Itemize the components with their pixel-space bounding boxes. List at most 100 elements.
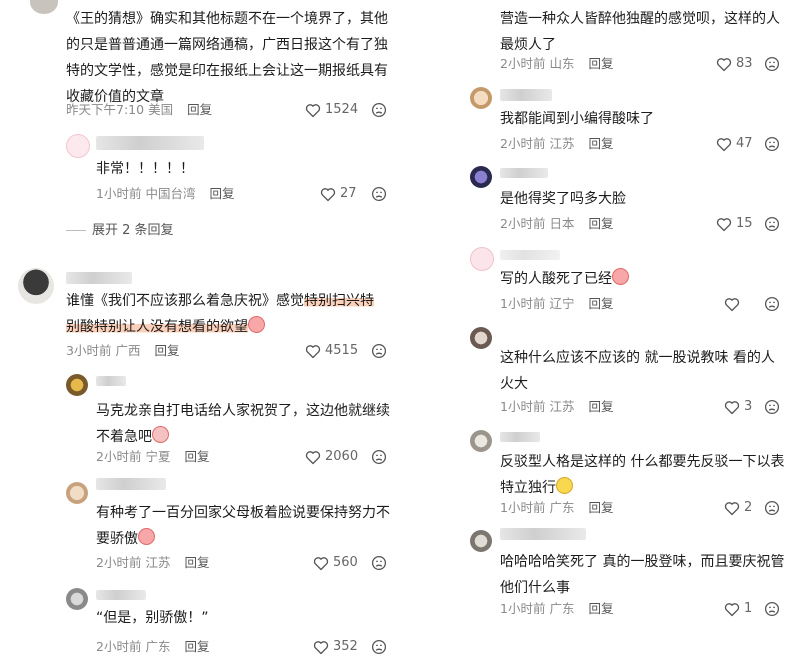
dislike-face-icon	[764, 56, 780, 72]
like-button[interactable]: 2060	[305, 447, 358, 467]
left-comment-column: 《王的猜想》确实和其他标题不在一个境界了，其他的只是普普通通一篇网络通稿，广西日…	[0, 0, 400, 665]
dislike-button[interactable]	[764, 54, 780, 74]
emoji-icon	[248, 316, 265, 333]
comment-text: “但是，别骄傲！”	[96, 610, 209, 626]
reply-button[interactable]: 回复	[588, 399, 613, 414]
comment-time: 1小时前	[96, 186, 142, 201]
comment-time: 2小时前	[500, 136, 546, 151]
comment-text: 写的人酸死了已经	[500, 266, 785, 292]
username[interactable]	[500, 432, 540, 442]
reply-button[interactable]: 回复	[588, 601, 613, 616]
reply-button[interactable]: 回复	[209, 186, 234, 201]
like-button[interactable]: 560	[313, 553, 358, 573]
dislike-button[interactable]	[764, 214, 780, 234]
like-button[interactable]	[724, 294, 744, 314]
like-button[interactable]: 47	[716, 134, 753, 154]
avatar[interactable]	[30, 0, 58, 14]
comment-text-part: 写的人酸死了已经	[500, 271, 612, 287]
username[interactable]	[500, 528, 586, 540]
like-count: 1524	[325, 102, 359, 117]
username[interactable]	[96, 478, 166, 490]
like-count: 3	[744, 399, 753, 414]
avatar[interactable]	[66, 134, 90, 158]
comment-meta: 昨天下午7:10 美国 回复	[66, 100, 212, 120]
dislike-button[interactable]	[764, 134, 780, 154]
avatar[interactable]	[18, 268, 54, 304]
heart-icon	[716, 57, 732, 71]
reply-button[interactable]: 回复	[588, 136, 613, 151]
avatar[interactable]	[66, 588, 88, 610]
reply-button[interactable]: 回复	[588, 296, 613, 311]
dislike-button[interactable]	[371, 447, 387, 467]
reply-button[interactable]: 回复	[588, 500, 613, 515]
comment-time: 2小时前	[96, 639, 142, 654]
dislike-face-icon	[764, 500, 780, 516]
comment-location: 江苏	[549, 136, 575, 151]
avatar[interactable]	[66, 374, 88, 396]
comment-text: 有种考了一百分回家父母板着脸说要保持努力不要骄傲	[96, 500, 391, 552]
dislike-button[interactable]	[371, 100, 387, 120]
like-button[interactable]: 83	[716, 54, 753, 74]
username[interactable]	[66, 272, 132, 284]
comment-location: 宁夏	[145, 449, 171, 464]
avatar[interactable]	[66, 482, 88, 504]
username[interactable]	[500, 250, 560, 260]
comment-location: 日本	[549, 216, 575, 231]
dislike-button[interactable]	[371, 184, 387, 204]
like-button[interactable]: 4515	[305, 341, 358, 361]
like-button[interactable]: 27	[320, 184, 357, 204]
username[interactable]	[500, 89, 552, 101]
dislike-button[interactable]	[764, 397, 780, 417]
username[interactable]	[500, 168, 548, 178]
dislike-face-icon	[371, 449, 387, 465]
reply-button[interactable]: 回复	[184, 555, 209, 570]
expand-replies-button[interactable]: 展开 2 条回复	[66, 219, 174, 238]
comment-location: 广东	[549, 500, 575, 515]
avatar[interactable]	[470, 430, 492, 452]
like-button[interactable]: 3	[724, 397, 752, 417]
dislike-face-icon	[371, 639, 387, 655]
comment-text: 我都能闻到小编得酸味了	[500, 111, 654, 127]
reply-button[interactable]: 回复	[187, 102, 212, 117]
dislike-button[interactable]	[371, 341, 387, 361]
like-button[interactable]: 1524	[305, 100, 358, 120]
reply-button[interactable]: 回复	[184, 639, 209, 654]
dislike-face-icon	[371, 102, 387, 118]
like-button[interactable]: 1	[724, 599, 752, 619]
dislike-button[interactable]	[764, 294, 780, 314]
avatar[interactable]	[470, 87, 492, 109]
dislike-button[interactable]	[371, 553, 387, 573]
comment-location: 山东	[549, 56, 575, 71]
username[interactable]	[96, 376, 126, 386]
comment-time: 2小时前	[96, 449, 142, 464]
reply-button[interactable]: 回复	[154, 343, 179, 358]
like-button[interactable]: 352	[313, 637, 358, 657]
like-count: 27	[340, 186, 357, 201]
comment-time: 1小时前	[500, 601, 546, 616]
avatar[interactable]	[470, 327, 492, 349]
dislike-button[interactable]	[764, 498, 780, 518]
heart-icon	[305, 103, 321, 117]
reply-button[interactable]: 回复	[588, 56, 613, 71]
avatar[interactable]	[470, 247, 494, 271]
like-count: 560	[333, 555, 358, 570]
emoji-icon	[612, 268, 629, 285]
heart-icon	[716, 137, 732, 151]
comment-meta: 2小时前 日本 回复	[500, 214, 613, 234]
like-count: 2060	[325, 449, 359, 464]
reply-button[interactable]: 回复	[588, 216, 613, 231]
like-button[interactable]: 2	[724, 498, 752, 518]
highlighted-text: 别酸特别让人没有想看的欲望	[66, 319, 248, 335]
heart-icon	[724, 602, 740, 616]
like-count: 47	[736, 136, 753, 151]
dislike-button[interactable]	[764, 599, 780, 619]
avatar[interactable]	[470, 166, 492, 188]
username[interactable]	[96, 590, 146, 600]
comment-text-part: 马克龙亲自打电话给人家祝贺了，这边他就继续不着急吧	[96, 403, 390, 445]
like-button[interactable]: 15	[716, 214, 753, 234]
reply-button[interactable]: 回复	[184, 449, 209, 464]
avatar[interactable]	[470, 530, 492, 552]
username[interactable]	[96, 136, 204, 150]
dislike-button[interactable]	[371, 637, 387, 657]
heart-icon	[305, 344, 321, 358]
